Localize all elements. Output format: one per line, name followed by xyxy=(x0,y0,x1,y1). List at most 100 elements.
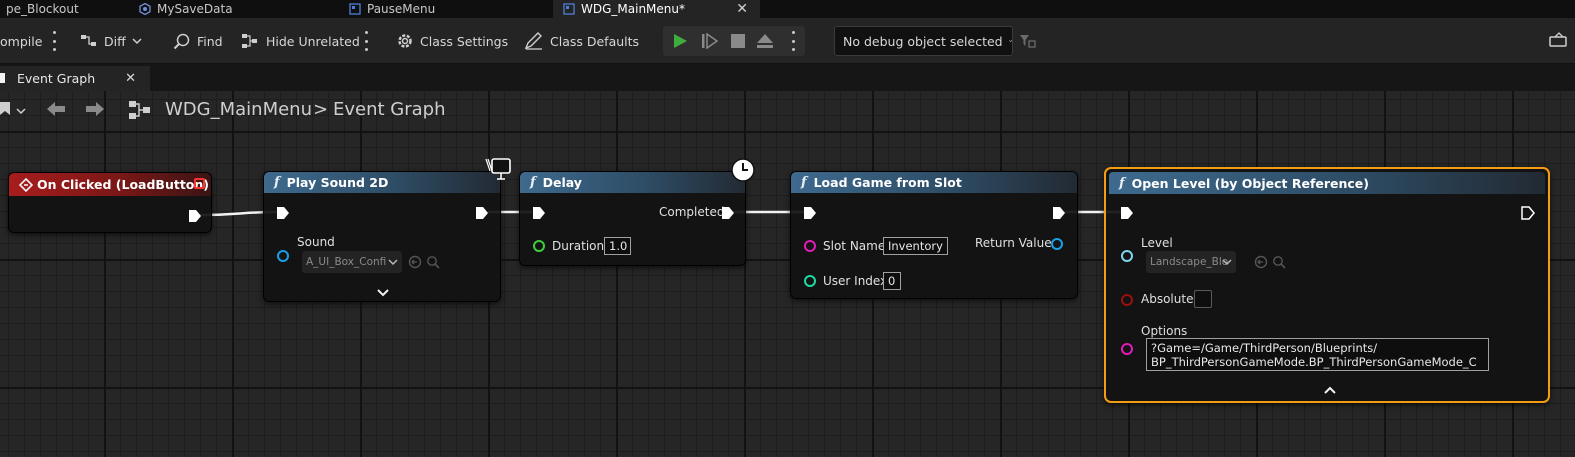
breadcrumb-root[interactable]: WDG_MainMenu xyxy=(165,99,312,120)
node-header: f Delay xyxy=(520,172,745,193)
tab-event-graph[interactable]: Event Graph ✕ xyxy=(0,66,150,91)
hide-unrelated-options-icon[interactable] xyxy=(364,31,368,51)
level-asset-selector[interactable]: Landscape_Blo xyxy=(1146,251,1236,273)
node-on-clicked-event[interactable]: On Clicked (LoadButton) xyxy=(8,172,212,233)
level-pin[interactable] xyxy=(1121,250,1133,262)
compile-button[interactable]: ompile xyxy=(0,18,42,64)
node-title: Play Sound 2D xyxy=(286,175,389,190)
diff-button[interactable]: Diff xyxy=(80,18,142,64)
level-asset-value: Landscape_Blo xyxy=(1150,256,1229,268)
collapse-chevron-icon[interactable] xyxy=(1324,386,1336,394)
absolute-pin[interactable] xyxy=(1121,294,1133,306)
settings-icon[interactable] xyxy=(1549,32,1571,50)
return-value-pin[interactable] xyxy=(1051,238,1063,250)
play-options-icon[interactable] xyxy=(791,31,795,51)
sound-pin[interactable] xyxy=(277,250,289,262)
completed-pin-label: Completed xyxy=(659,205,725,219)
browse-asset-search-icon[interactable] xyxy=(1272,255,1286,269)
duration-pin[interactable] xyxy=(533,240,545,252)
node-open-level-by-object-reference[interactable]: f Open Level (by Object Reference) Level… xyxy=(1104,167,1550,403)
tab-pausemenu[interactable]: PauseMenu xyxy=(335,0,553,18)
chevron-down-icon xyxy=(132,38,142,45)
play-icon[interactable] xyxy=(672,33,688,49)
diff-label: Diff xyxy=(104,33,126,49)
function-icon: f xyxy=(530,175,536,190)
options-pin[interactable] xyxy=(1121,343,1133,355)
user-index-label: User Index xyxy=(823,274,888,288)
widget-tab-icon xyxy=(563,3,575,15)
use-selected-asset-icon[interactable] xyxy=(408,255,422,269)
browse-asset-search-icon[interactable] xyxy=(426,255,440,269)
find-label: Find xyxy=(197,33,223,49)
event-icon xyxy=(19,177,33,192)
close-graph-tab-icon[interactable]: ✕ xyxy=(125,71,136,86)
find-button[interactable]: Find xyxy=(173,18,223,64)
play-controls xyxy=(663,26,805,56)
close-tab-icon[interactable]: ✕ xyxy=(736,0,748,18)
document-tab-bar: pe_Blockout MySaveData PauseMenu WDG_Mai… xyxy=(0,0,1575,18)
class-defaults-label: Class Defaults xyxy=(550,33,640,49)
exec-out-pin[interactable] xyxy=(188,209,202,223)
user-index-input[interactable]: 0 xyxy=(883,272,901,290)
node-delay[interactable]: f Delay Completed Duration 1.0 xyxy=(519,171,746,266)
exec-in-pin[interactable] xyxy=(803,206,817,220)
blueprint-toolbar: ompile Diff Find Hide Unrelated Class Se… xyxy=(0,18,1575,64)
exec-in-pin[interactable] xyxy=(276,206,290,220)
class-settings-label: Class Settings xyxy=(420,33,509,49)
user-index-pin[interactable] xyxy=(804,275,816,287)
hide-unrelated-button[interactable]: Hide Unrelated xyxy=(240,18,360,64)
class-defaults-button[interactable]: Class Defaults xyxy=(524,18,639,64)
exec-in-pin[interactable] xyxy=(1120,206,1134,220)
breadcrumb: WDG_MainMenu > Event Graph xyxy=(0,91,500,129)
node-play-sound-2d[interactable]: f Play Sound 2D Sound A_UI_Box_Confi xyxy=(263,171,501,302)
duration-input[interactable]: 1.0 xyxy=(604,237,631,255)
duration-pin-label: Duration xyxy=(552,239,605,253)
eject-icon[interactable] xyxy=(756,33,774,49)
exec-out-pin[interactable] xyxy=(1052,206,1066,220)
delegate-pin-icon[interactable] xyxy=(194,178,205,189)
absolute-pin-label: Absolute xyxy=(1141,292,1194,306)
stop-icon[interactable] xyxy=(731,34,745,48)
absolute-checkbox[interactable] xyxy=(1194,290,1212,308)
chevron-down-icon xyxy=(1008,40,1012,43)
graph-tab-label: Event Graph xyxy=(17,71,96,86)
monitor-icon xyxy=(485,158,511,180)
options-pin-label: Options xyxy=(1141,324,1188,338)
tab-mysavedata[interactable]: MySaveData xyxy=(125,0,335,18)
slot-name-input[interactable]: Inventory xyxy=(883,237,948,255)
duration-value: 1.0 xyxy=(609,239,628,253)
tab-wdg-mainmenu[interactable]: WDG_MainMenu* ✕ xyxy=(553,0,760,18)
back-arrow-icon[interactable] xyxy=(45,100,67,118)
tab-landscape-blockout[interactable]: pe_Blockout xyxy=(0,0,125,18)
exec-out-pin[interactable] xyxy=(1521,206,1535,220)
function-icon: f xyxy=(801,175,807,190)
slot-name-pin[interactable] xyxy=(804,240,816,252)
bookmark-icon[interactable] xyxy=(0,102,12,116)
node-load-game-from-slot[interactable]: f Load Game from Slot Slot Name Inventor… xyxy=(790,171,1078,299)
breadcrumb-current: Event Graph xyxy=(333,99,446,120)
use-selected-asset-icon[interactable] xyxy=(1254,255,1268,269)
forward-arrow-icon[interactable] xyxy=(84,100,106,118)
exec-in-pin[interactable] xyxy=(532,206,546,220)
slot-name-label: Slot Name xyxy=(823,239,886,253)
chevron-down-icon[interactable] xyxy=(16,107,26,115)
sound-asset-selector[interactable]: A_UI_Box_Confi xyxy=(302,251,402,273)
node-header: f Play Sound 2D xyxy=(264,172,500,193)
debug-object-selector[interactable]: No debug object selected xyxy=(834,26,1013,56)
node-header: On Clicked (LoadButton) xyxy=(9,173,211,196)
expand-chevron-icon[interactable] xyxy=(377,289,389,297)
tab-label: PauseMenu xyxy=(367,2,436,16)
class-settings-button[interactable]: Class Settings xyxy=(396,18,508,64)
hide-unrelated-label: Hide Unrelated xyxy=(266,33,360,49)
class-settings-gear-icon xyxy=(398,34,412,48)
compile-options-icon[interactable] xyxy=(52,31,56,51)
debug-filter-icon[interactable] xyxy=(1019,33,1037,49)
exec-out-pin[interactable] xyxy=(475,206,489,220)
completed-exec-out-pin[interactable] xyxy=(721,206,735,220)
node-title: Open Level (by Object Reference) xyxy=(1131,175,1369,191)
clock-icon xyxy=(731,158,755,182)
node-title: Delay xyxy=(542,175,582,190)
tab-label: WDG_MainMenu* xyxy=(581,2,685,16)
step-icon[interactable] xyxy=(701,33,719,49)
options-input[interactable]: ?Game=/Game/ThirdPerson/Blueprints/ BP_T… xyxy=(1146,338,1489,371)
